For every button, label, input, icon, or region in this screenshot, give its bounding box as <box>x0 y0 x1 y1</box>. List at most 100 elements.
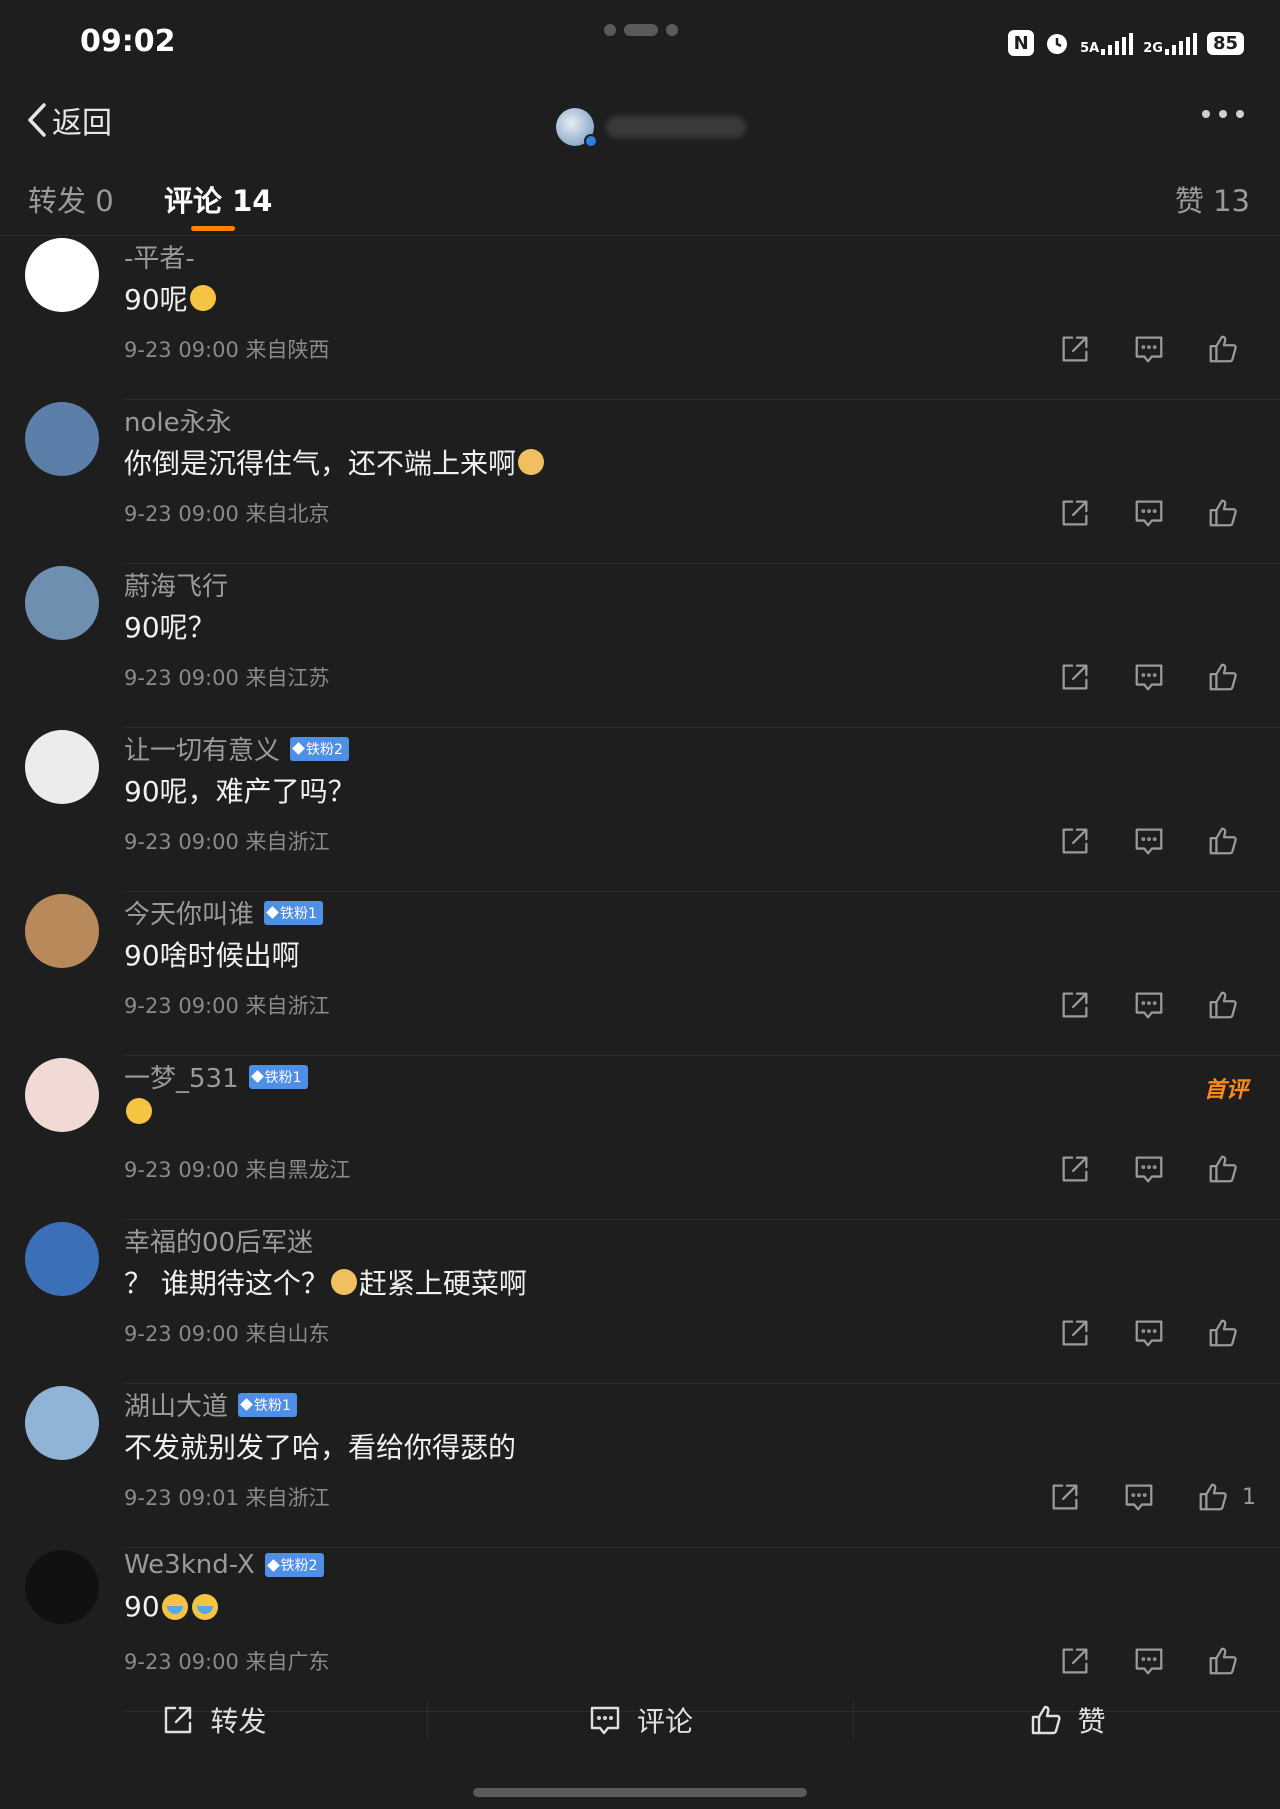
username[interactable]: 一梦_531 <box>124 1058 239 1095</box>
comment-actions <box>1058 496 1240 530</box>
repost-button[interactable]: 转发 <box>0 1680 427 1760</box>
fan-badge-label: 铁粉1 <box>280 905 317 922</box>
share-icon[interactable] <box>1058 332 1092 366</box>
avatar[interactable] <box>25 1386 99 1460</box>
share-icon[interactable] <box>1058 1644 1092 1678</box>
tab-comments[interactable]: 评论 14 <box>164 178 272 220</box>
thumbs-up-icon[interactable] <box>1206 1644 1240 1678</box>
share-icon[interactable] <box>1058 496 1092 530</box>
reply-icon[interactable] <box>1132 824 1166 858</box>
like-label: 赞 <box>1077 1705 1106 1738</box>
comment-text: 90呢 <box>124 278 218 318</box>
comment-item[interactable]: 让一切有意义 铁粉2 90呢，难产了吗？ 9-23 09:00 来自浙江 <box>0 728 1280 892</box>
comment-button[interactable]: 评论 <box>426 1680 854 1760</box>
thumbs-up-icon[interactable] <box>1206 660 1240 694</box>
comment-body: 90呢？ <box>124 611 216 644</box>
network-1-label: 5A <box>1080 41 1100 56</box>
comment-text: ？ 谁期待这个？ 赶紧上硬菜啊 <box>124 1262 527 1302</box>
repost-label: 转发 <box>210 1705 267 1738</box>
share-icon[interactable] <box>1058 824 1092 858</box>
share-icon[interactable] <box>1058 1152 1092 1186</box>
avatar[interactable] <box>25 1222 99 1296</box>
more-options-button[interactable] <box>1202 110 1244 118</box>
thumbs-up-icon[interactable] <box>1206 496 1240 530</box>
comment-item[interactable]: -平者- 90呢 9-23 09:00 来自陕西 <box>0 236 1280 400</box>
thumbs-up-icon[interactable] <box>1206 824 1240 858</box>
share-icon[interactable] <box>1048 1480 1082 1514</box>
comment-text: 你倒是沉得住气，还不端上来啊 <box>124 442 546 482</box>
comment-text: 90啥时候出啊 <box>124 934 300 974</box>
username[interactable]: nole永永 <box>124 402 232 439</box>
comment-meta: 9-23 09:00 来自广东 <box>124 1650 330 1674</box>
username[interactable]: 湖山大道 <box>124 1386 228 1423</box>
share-icon[interactable] <box>1058 660 1092 694</box>
username[interactable]: 蔚海飞行 <box>124 566 228 603</box>
signal-1-icon: 5A <box>1080 31 1134 56</box>
avatar[interactable] <box>25 238 99 312</box>
comment-item[interactable]: 湖山大道 铁粉1 不发就别发了哈，看给你得瑟的 9-23 09:01 来自浙江 1 <box>0 1384 1280 1548</box>
comment-item[interactable]: 一梦_531 铁粉1 9-23 09:00 来自黑龙江 首评 <box>0 1056 1280 1220</box>
comment-meta: 9-23 09:00 来自江苏 <box>124 666 330 690</box>
reply-icon[interactable] <box>1132 988 1166 1022</box>
thumbs-up-icon[interactable] <box>1196 1480 1230 1514</box>
author-avatar <box>556 108 598 148</box>
thumbs-up-icon[interactable] <box>1206 332 1240 366</box>
comment-actions: 1 <box>1048 1480 1256 1514</box>
nav-author[interactable] <box>556 108 746 148</box>
username[interactable]: 幸福的00后军迷 <box>124 1222 313 1259</box>
comment-text: 90呢，难产了吗？ <box>124 770 356 810</box>
comment-body: 90呢，难产了吗？ <box>124 775 356 808</box>
share-icon[interactable] <box>1058 1316 1092 1350</box>
fan-badge-label: 铁粉2 <box>280 1558 318 1574</box>
status-icons: N 5A 2G 85 <box>1008 30 1244 56</box>
battery-indicator: 85 <box>1206 31 1244 55</box>
avatar[interactable] <box>25 730 99 804</box>
like-button[interactable]: 赞 <box>853 1680 1280 1760</box>
username-row: nole永永 <box>124 402 232 439</box>
doge-emoji-icon <box>518 449 545 475</box>
home-indicator[interactable] <box>473 1788 807 1797</box>
comment-list: -平者- 90呢 9-23 09:00 来自陕西 nole永永 你倒是沉得住气，还不端上… <box>0 236 1280 1712</box>
thumbs-up-icon[interactable] <box>1206 1152 1240 1186</box>
avatar[interactable] <box>25 566 99 640</box>
tab-likes[interactable]: 赞 13 <box>1175 178 1250 220</box>
reply-icon[interactable] <box>1122 1480 1156 1514</box>
comment-item[interactable]: 今天你叫谁 铁粉1 90啥时候出啊 9-23 09:00 来自浙江 <box>0 892 1280 1056</box>
comment-item[interactable]: nole永永 你倒是沉得住气，还不端上来啊 9-23 09:00 来自北京 <box>0 400 1280 564</box>
comment-actions <box>1058 1316 1240 1350</box>
username-row: 湖山大道 铁粉1 <box>124 1386 297 1423</box>
back-button[interactable]: 返回 <box>26 98 112 142</box>
tab-repost[interactable]: 转发 0 <box>28 178 114 220</box>
reply-icon[interactable] <box>1132 496 1166 530</box>
chevron-left-icon <box>28 103 46 137</box>
reply-icon[interactable] <box>1132 1644 1166 1678</box>
comment-body: ？ 谁期待这个？ <box>124 1267 329 1300</box>
fan-badge-label: 铁粉2 <box>306 741 343 758</box>
username[interactable]: 让一切有意义 <box>124 730 280 767</box>
comment-item[interactable]: 幸福的00后军迷 ？ 谁期待这个？ 赶紧上硬菜啊 9-23 09:00 来自山东 <box>0 1220 1280 1384</box>
username[interactable]: -平者- <box>124 238 195 275</box>
reply-icon[interactable] <box>1132 1316 1166 1350</box>
comment-actions <box>1058 332 1240 366</box>
diamond-icon <box>266 906 279 919</box>
reply-icon[interactable] <box>1132 660 1166 694</box>
comment-item[interactable]: 蔚海飞行 90呢？ 9-23 09:00 来自江苏 <box>0 564 1280 728</box>
reply-icon[interactable] <box>1132 332 1166 366</box>
username[interactable]: We3knd-X <box>124 1550 255 1580</box>
comment-label: 评论 <box>637 1705 694 1738</box>
thumbs-up-icon[interactable] <box>1206 988 1240 1022</box>
username-row: We3knd-X 铁粉2 <box>124 1550 324 1580</box>
avatar[interactable] <box>25 1058 99 1132</box>
fan-badge: 铁粉2 <box>264 1553 324 1577</box>
cry-emoji-icon <box>161 1593 188 1620</box>
comment-text: 90 <box>124 1590 220 1623</box>
avatar[interactable] <box>25 1550 99 1624</box>
share-icon[interactable] <box>1058 988 1092 1022</box>
diamond-icon <box>292 742 305 755</box>
thumbs-up-icon[interactable] <box>1206 1316 1240 1350</box>
avatar[interactable] <box>25 402 99 476</box>
avatar[interactable] <box>25 894 99 968</box>
comment-meta: 9-23 09:00 来自山东 <box>124 1322 330 1346</box>
username[interactable]: 今天你叫谁 <box>124 894 254 931</box>
reply-icon[interactable] <box>1132 1152 1166 1186</box>
